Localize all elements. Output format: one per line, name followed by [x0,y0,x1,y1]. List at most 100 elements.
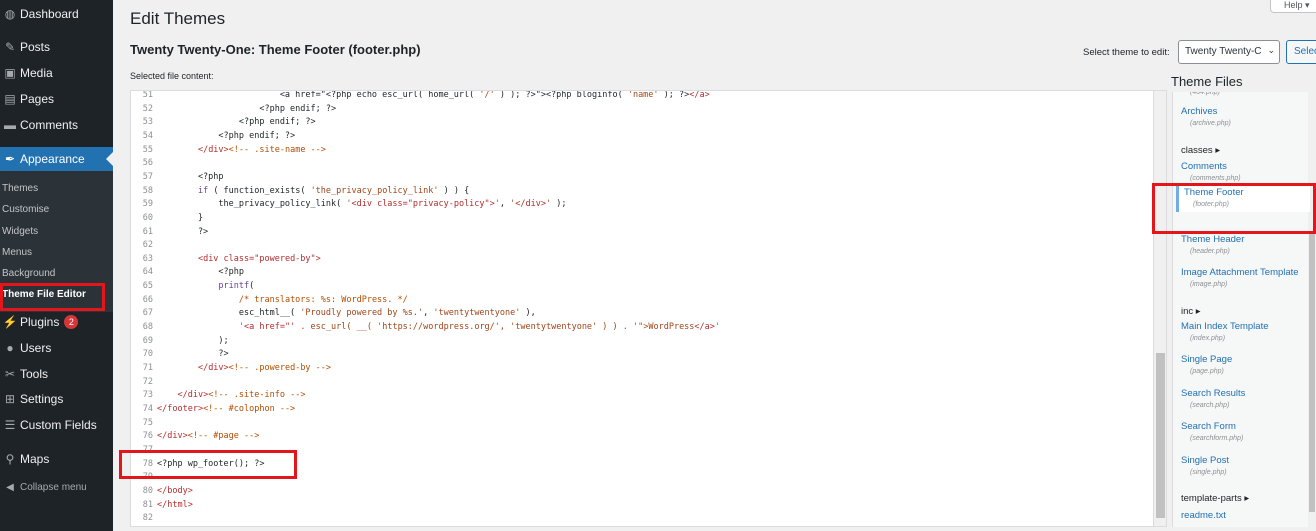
code-line[interactable]: 73 </div><!-- .site-info --> [131,389,1151,403]
theme-select[interactable]: Twenty Twenty-C ⌄ [1178,40,1280,64]
code-line[interactable]: 61 ?> [131,226,1151,240]
line-code: <?php endif; ?> [157,130,296,141]
file-title: Single Post [1181,455,1230,466]
line-code: <div class="powered-by"> [197,253,321,264]
settings-icon: ⊞ [4,392,16,406]
sidebar-item-dashboard[interactable]: ◍ Dashboard [0,2,113,26]
code-line[interactable]: 60 } [131,212,1151,226]
code-line[interactable]: 64 <?php [131,266,1151,280]
code-line[interactable]: 78 <?php wp_footer(); ?> [131,458,1151,472]
file-item[interactable]: Single Post (single.php) [1181,455,1229,476]
code-line[interactable]: 54 <?php endif; ?> [131,130,1151,144]
file-item[interactable]: Archives (archive.php) [1181,106,1231,127]
code-line[interactable]: 82 [131,512,1151,526]
folder-item[interactable]: template-parts ▸ [1181,489,1249,504]
code-line[interactable]: 68 '<a href="' . esc_url( __( 'https://w… [131,321,1151,335]
code-line[interactable]: 56 [131,157,1151,171]
code-line[interactable]: 75 [131,417,1151,431]
submenu-theme-file-editor[interactable]: Theme File Editor [2,289,86,300]
file-title: readme.txt [1181,510,1226,521]
code-line[interactable]: 59 the_privacy_policy_link( '<div class=… [131,198,1151,212]
folder-label: classes ▸ [1181,145,1221,156]
file-item[interactable]: Image Attachment Template (image.php) [1181,267,1299,288]
editor-scrollbar[interactable] [1153,91,1166,526]
folder-item[interactable]: classes ▸ [1181,141,1220,156]
line-code: </div><!-- .site-info --> [177,390,306,401]
file-item[interactable]: readme.txt [1181,510,1226,521]
update-count-badge: 2 [64,315,79,329]
sidebar-item-tools[interactable]: ✂ Tools [0,362,113,386]
code-line[interactable]: 70 ?> [131,348,1151,362]
line-code: <?php [157,171,224,182]
select-theme-button[interactable]: Select [1286,40,1316,64]
code-editor[interactable]: 51 <a href="<?php echo esc_url( home_url… [130,90,1167,527]
collapse-menu-button[interactable]: ◀ Collapse menu [0,478,87,496]
tools-icon: ✂ [4,367,16,381]
code-line[interactable]: 72 [131,376,1151,390]
code-line[interactable]: 51 <a href="<?php echo esc_url( home_url… [131,90,1151,103]
file-item[interactable]: Search Form (searchform.php) [1181,421,1243,442]
submenu-customise[interactable]: Customise [2,204,49,215]
sidebar-item-custom-fields[interactable]: ☰ Custom Fields [0,413,113,437]
line-code: ?> [157,226,209,237]
file-item[interactable]: Theme Header (header.php) [1181,234,1244,255]
sidebar-item-plugins[interactable]: ⚡ Plugins 2 [0,310,113,334]
sidebar-item-appearance[interactable]: ✒ Appearance [0,147,113,171]
file-item[interactable]: Main Index Template (index.php) [1181,321,1269,342]
code-line[interactable]: 52 <?php endif; ?> [131,103,1151,117]
code-line[interactable]: 63 <div class="powered-by"> [131,253,1151,267]
code-line[interactable]: 71 </div><!-- .powered-by --> [131,362,1151,376]
line-number: 51 [142,90,153,100]
submenu-themes[interactable]: Themes [2,183,38,194]
code-line[interactable]: 67 esc_html__( 'Proudly powered by %s.',… [131,307,1151,321]
file-title: Search Form [1181,421,1236,432]
submenu-menus[interactable]: Menus [2,247,32,258]
line-number: 53 [142,117,153,128]
file-item[interactable]: Theme Footer (footer.php) [1176,183,1310,212]
submenu-widgets[interactable]: Widgets [2,226,38,237]
file-path: (index.php) [1190,335,1226,342]
code-line[interactable]: 58 if ( function_exists( 'the_privacy_po… [131,185,1151,199]
file-item[interactable]: Search Results (search.php) [1181,388,1245,409]
file-path: (single.php) [1190,469,1227,476]
sidebar-item-comments[interactable]: ▬ Comments [0,113,113,137]
sidebar-item-maps[interactable]: ⚲ Maps [0,447,113,471]
files-scrollbar[interactable] [1308,92,1316,527]
sidebar-item-pages[interactable]: ▤ Pages [0,87,113,111]
code-line[interactable]: 62 [131,239,1151,253]
code-line[interactable]: 76 </div><!-- #page --> [131,430,1151,444]
sidebar-item-label: Comments [20,118,79,132]
sidebar-item-media[interactable]: ▣ Media [0,61,113,85]
code-line[interactable]: 57 <?php [131,171,1151,185]
file-item[interactable]: Single Page (page.php) [1181,354,1232,375]
submenu-background[interactable]: Background [2,268,55,279]
folder-label: template-parts ▸ [1181,493,1250,504]
file-path: (comments.php) [1190,175,1241,182]
sidebar-item-users[interactable]: ● Users [0,336,113,360]
file-path: (archive.php) [1190,120,1231,127]
file-item[interactable]: Comments (comments.php) [1181,161,1241,182]
code-line[interactable]: 55 </div><!-- .site-name --> [131,144,1151,158]
folder-item[interactable]: inc ▸ [1181,302,1201,317]
code-line[interactable]: 69 ); [131,335,1151,349]
sidebar-item-settings[interactable]: ⊞ Settings [0,387,113,411]
line-number: 71 [142,363,153,373]
line-number: 55 [142,144,153,155]
code-line[interactable]: 66 /* translators: %s: WordPress. */ [131,294,1151,308]
code-line[interactable]: 81 </html> [131,499,1151,513]
code-line[interactable]: 74 </footer><!-- #colophon --> [131,403,1151,417]
file-item[interactable]: (404.php) [1181,92,1220,96]
code-line[interactable]: 77 [131,444,1151,458]
editor-scroll-thumb[interactable] [1156,353,1165,518]
sidebar-item-posts[interactable]: ✎ Posts [0,35,113,59]
file-title: Comments [1181,161,1227,172]
sidebar-item-label: Media [20,66,53,80]
files-scroll-thumb[interactable] [1309,232,1315,512]
code-line[interactable]: 79 [131,471,1151,485]
file-path: (404.php) [1190,92,1220,96]
code-line[interactable]: 80 </body> [131,485,1151,499]
code-line[interactable]: 65 printf( [131,280,1151,294]
help-tab[interactable]: Help ▾ [1270,0,1316,13]
code-line[interactable]: 53 <?php endif; ?> [131,116,1151,130]
line-code: </footer><!-- #colophon --> [157,403,296,414]
